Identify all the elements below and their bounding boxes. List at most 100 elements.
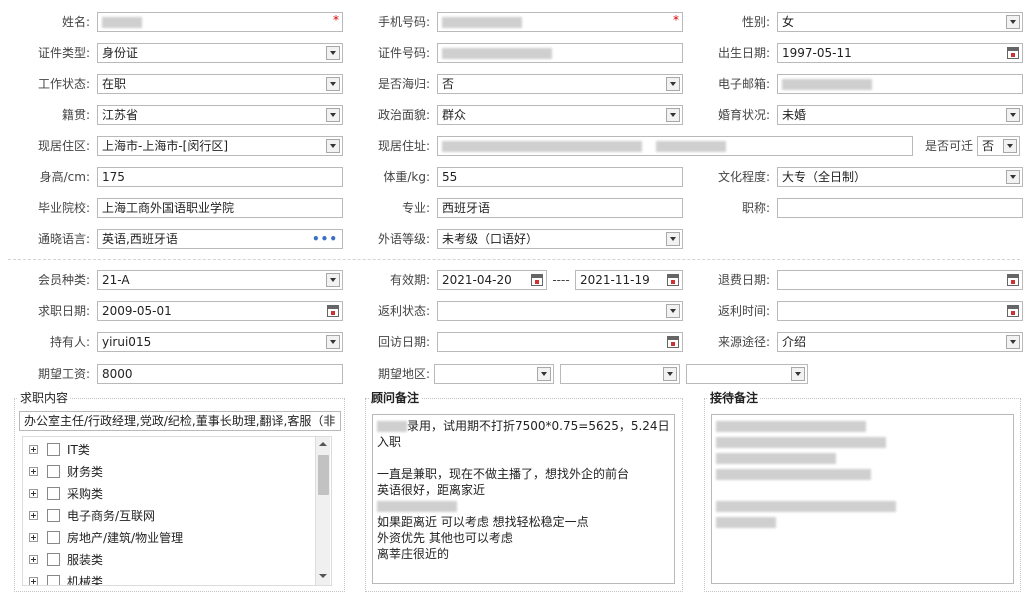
calendar-icon[interactable] [1007,305,1019,317]
weight-input[interactable]: 55 [437,167,683,187]
chevron-down-icon[interactable] [666,108,680,122]
job-seek-date-input[interactable]: 2009-05-01 [97,301,343,321]
checkbox[interactable] [47,531,60,544]
expand-icon[interactable] [29,445,38,454]
name-label: 姓名: [61,15,90,29]
list-item[interactable]: 财务类 [23,461,315,483]
chevron-down-icon[interactable] [537,367,551,381]
expand-icon[interactable] [29,467,38,476]
scrollbar-thumb[interactable] [318,455,329,495]
expected-salary-label: 期望工资: [37,367,90,381]
rebate-time-input[interactable] [777,301,1023,321]
chevron-down-icon[interactable] [326,273,340,287]
school-value: 上海工商外国语职业学院 [102,201,235,215]
category-tree: IT类 财务类 采购类 电子商务/互联网 房地产/建筑/物业管理 服装类 机械类 [22,436,332,586]
expected-salary-input[interactable]: 8000 [97,364,343,384]
relocate-select[interactable]: 否 [977,136,1020,156]
list-item[interactable]: 服装类 [23,549,315,571]
chevron-down-icon[interactable] [1006,335,1020,349]
height-input[interactable]: 175 [97,167,343,187]
languages-input[interactable]: 英语,西班牙语 ••• [97,229,343,249]
calendar-icon[interactable] [667,274,679,286]
member-type-select[interactable]: 21-A [97,270,343,290]
checkbox[interactable] [47,443,60,456]
name-input[interactable]: * [97,12,343,32]
reception-note-textarea[interactable] [711,414,1014,584]
chevron-down-icon[interactable] [326,335,340,349]
political-select[interactable]: 群众 [437,105,683,125]
list-item[interactable]: 电子商务/互联网 [23,505,315,527]
chevron-down-icon[interactable] [666,77,680,91]
chevron-down-icon[interactable] [666,304,680,318]
chevron-down-icon[interactable] [791,367,805,381]
tree-scrollbar[interactable] [315,437,330,585]
calendar-icon[interactable] [327,305,339,317]
education-select[interactable]: 大专（全日制） [777,167,1023,187]
chevron-down-icon[interactable] [326,46,340,60]
list-item[interactable]: IT类 [23,439,315,461]
id-number-input[interactable] [437,43,683,63]
chevron-down-icon[interactable] [326,77,340,91]
expected-area-city-select[interactable] [560,364,680,384]
expand-icon[interactable] [29,577,38,585]
marital-select[interactable]: 未婚 [777,105,1023,125]
note-line [377,498,670,514]
school-input[interactable]: 上海工商外国语职业学院 [97,198,343,218]
chevron-down-icon[interactable] [666,232,680,246]
major-input[interactable]: 西班牙语 [437,198,683,218]
list-item[interactable]: 机械类 [23,571,315,585]
checkbox[interactable] [47,509,60,522]
chevron-down-icon[interactable] [326,139,340,153]
rebate-status-select[interactable] [437,301,683,321]
scroll-down-icon[interactable] [316,569,330,583]
calendar-icon[interactable] [667,336,679,348]
holder-select[interactable]: yirui015 [97,332,343,352]
list-item[interactable]: 采购类 [23,483,315,505]
work-status-select[interactable]: 在职 [97,74,343,94]
list-item[interactable]: 房地产/建筑/物业管理 [23,527,315,549]
expand-icon[interactable] [29,511,38,520]
gender-select[interactable]: 女 [777,12,1023,32]
checkbox[interactable] [47,465,60,478]
checkbox[interactable] [47,487,60,500]
visit-date-input[interactable] [437,332,683,352]
id-type-select[interactable]: 身份证 [97,43,343,63]
valid-from-input[interactable]: 2021-04-20 [437,270,547,290]
title-input[interactable] [777,198,1023,218]
checkbox[interactable] [47,575,60,585]
residence-address-input[interactable] [437,136,913,156]
note-redacted [716,517,776,528]
returnee-select[interactable]: 否 [437,74,683,94]
scroll-up-icon[interactable] [316,437,330,451]
checkbox[interactable] [47,553,60,566]
calendar-icon[interactable] [531,274,543,286]
birth-date-input[interactable]: 1997-05-11 [777,43,1023,63]
note-line [716,514,1009,530]
chevron-down-icon[interactable] [1006,15,1020,29]
calendar-icon[interactable] [1007,274,1019,286]
residence-area-select[interactable]: 上海市-上海市-[闵行区] [97,136,343,156]
valid-to-input[interactable]: 2021-11-19 [575,270,683,290]
mobile-input[interactable]: * [437,12,683,32]
expand-icon[interactable] [29,489,38,498]
expand-icon[interactable] [29,555,38,564]
expand-icon[interactable] [29,533,38,542]
chevron-down-icon[interactable] [663,367,677,381]
job-content-selected-input[interactable]: 办公室主任/行政经理,党政/纪检,董事长助理,翻译,客服（非 [19,411,341,431]
chevron-down-icon[interactable] [1006,108,1020,122]
ellipsis-icon[interactable]: ••• [312,230,338,248]
expected-area-district-select[interactable] [686,364,808,384]
source-select[interactable]: 介绍 [777,332,1023,352]
calendar-icon[interactable] [1007,47,1019,59]
expected-area-province-select[interactable] [434,364,554,384]
chevron-down-icon[interactable] [1003,139,1017,153]
chevron-down-icon[interactable] [326,108,340,122]
native-place-select[interactable]: 江苏省 [97,105,343,125]
chevron-down-icon[interactable] [1006,170,1020,184]
note-redacted [716,469,871,480]
refund-date-input[interactable] [777,270,1023,290]
note-redacted [377,501,457,512]
advisor-note-textarea[interactable]: 录用，试用期不打折7500*0.75=5625，5.24日入职 一直是兼职，现在… [372,414,675,584]
foreign-level-select[interactable]: 未考级（口语好） [437,229,683,249]
email-input[interactable] [777,74,1023,94]
